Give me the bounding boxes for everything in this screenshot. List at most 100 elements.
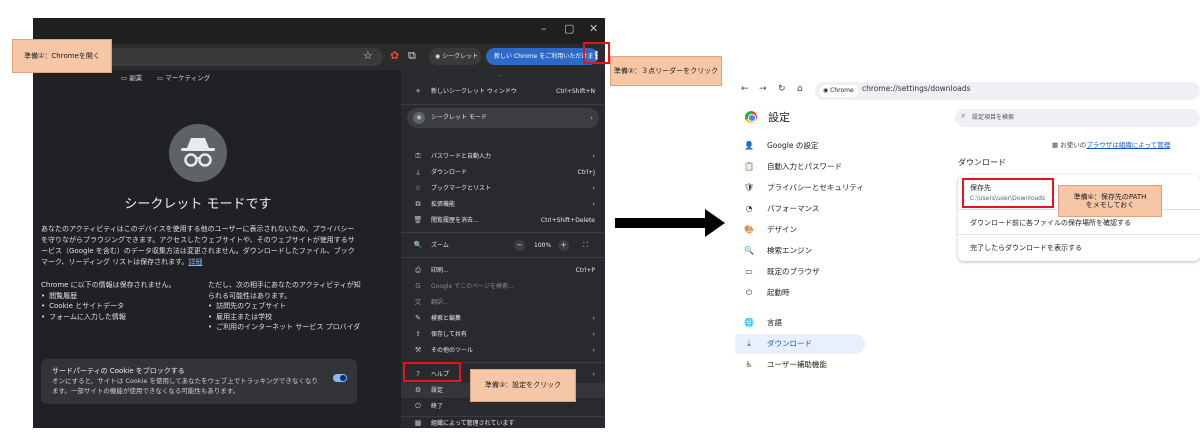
list-item: フォームに入力した情報: [41, 312, 199, 323]
chevron-right-icon: ›: [592, 184, 595, 192]
maximize-button[interactable]: ▢: [564, 22, 574, 35]
incognito-heading: シークレット モードです: [124, 197, 272, 212]
tools-icon: ⚒: [414, 346, 422, 354]
ask-where-to-save-setting[interactable]: ダウンロード前に各ファイルの保存場所を確認する: [970, 218, 1131, 228]
power-icon: ⏻: [745, 288, 753, 297]
plus-icon: +: [415, 87, 421, 95]
close-window-button[interactable]: ✕: [589, 22, 598, 35]
url-text: chrome://settings/downloads: [862, 84, 971, 93]
trash-icon: 🗑: [413, 216, 423, 224]
browser-window-icon: ▭: [745, 267, 753, 276]
menu-divider: [401, 257, 605, 258]
palette-icon: 🎨: [744, 225, 754, 234]
sidebar-item-on-startup[interactable]: ⏻ 起動時: [735, 283, 865, 303]
address-bar[interactable]: [93, 48, 383, 66]
sidebar-item-autofill[interactable]: 📋 自動入力とパスワード: [735, 157, 865, 177]
update-chrome-chip[interactable]: 新しい Chrome をご利用いただけます: [486, 48, 598, 65]
accessibility-icon: ♿: [745, 360, 753, 369]
incognito-chip[interactable]: ◉ シークレット: [429, 48, 481, 65]
title-bar: [33, 18, 605, 44]
chrome-site-chip[interactable]: ◉ Chrome: [819, 85, 858, 97]
incognito-browser-window: – ▢ ✕ ☆ ✿ ⧉ ◉ シークレット 新しい Chrome をご利用いただけ…: [33, 18, 605, 428]
folder-icon: ▭: [157, 74, 166, 82]
show-downloads-when-done-setting[interactable]: 完了したらダウンロードを表示する: [970, 243, 1082, 253]
highlight-three-dot: [583, 42, 610, 64]
building-icon: ▦: [414, 419, 422, 427]
minimize-button[interactable]: –: [541, 22, 547, 35]
menu-item-incognito-profile[interactable]: ◉ シークレット モード ›: [407, 108, 599, 128]
chevron-right-icon: ›: [592, 200, 595, 208]
reload-icon[interactable]: ↻: [778, 84, 786, 94]
home-icon[interactable]: ⌂: [797, 84, 803, 94]
managed-link[interactable]: ブラウザは組織によって管理: [1086, 141, 1170, 149]
zoom-level: 100%: [534, 242, 552, 249]
highlight-settings: [403, 362, 461, 382]
bookmark-star-icon[interactable]: ☆: [363, 49, 373, 62]
list-item: 閲覧履歴: [41, 291, 199, 302]
puzzle-icon: ⧉: [415, 200, 421, 208]
menu-item-find-and-edit[interactable]: ✎ 検索と編集 ›: [401, 311, 605, 326]
menu-item-translate[interactable]: 文 翻訳...: [401, 295, 605, 310]
menu-item-zoom: 🔍 ズーム: [401, 238, 605, 253]
bookmark-folder-side-business[interactable]: ▭ 副業: [121, 72, 142, 82]
folder-icon: ▭: [121, 74, 130, 82]
visible-to-others-section: ただし、次の相手にあなたのアクティビティが知られる可能性はあります。 訪問先のウ…: [208, 280, 363, 333]
incognito-intro: あなたのアクティビティはこのデバイスを使用する他のユーザーに表示されないため、プ…: [41, 225, 355, 266]
zoom-out-button[interactable]: −: [514, 240, 525, 251]
incognito-logo-icon: [169, 124, 227, 182]
bookmark-folder-marketing[interactable]: ▭ マーケティング: [157, 72, 210, 82]
menu-item-print[interactable]: ⎙ 印刷... Ctrl+P: [401, 263, 605, 278]
sidebar-item-accessibility[interactable]: ♿ ユーザー補助機能: [735, 355, 865, 375]
list-item: Cookie とサイトデータ: [41, 301, 199, 312]
extensions-puzzle-icon[interactable]: ⧉: [408, 49, 416, 63]
share-icon: ⇪: [415, 330, 421, 338]
not-saved-section: Chrome に以下の情報は保存されません。 閲覧履歴 Cookie とサイトデ…: [41, 280, 199, 322]
highlight-save-location: [962, 178, 1054, 208]
menu-item-passwords[interactable]: ⚿ パスワードと自動入力 ›: [401, 149, 605, 164]
menu-item-search-with-google[interactable]: G Google でこのページを検索...: [401, 279, 605, 294]
clipboard-icon: 📋: [744, 162, 754, 171]
list-item: 雇用主または学校: [208, 312, 363, 323]
sidebar-item-privacy[interactable]: 🛡 プライバシーとセキュリティ: [735, 178, 865, 198]
menu-item-bookmarks[interactable]: ☆ ブックマークとリスト ›: [401, 181, 605, 196]
search-icon: ⌕: [961, 111, 966, 120]
sidebar-item-downloads[interactable]: ⤓ ダウンロード: [735, 334, 865, 354]
page-title: 設定: [768, 111, 790, 124]
star-icon: ☆: [414, 184, 422, 192]
menu-item-clear-browsing-data[interactable]: 🗑 閲覧履歴を消去... Ctrl+Shift+Delete: [401, 213, 605, 228]
extension-icon[interactable]: ✿: [390, 49, 399, 62]
menu-item-more-tools[interactable]: ⚒ その他のツール ›: [401, 343, 605, 358]
zoom-in-button[interactable]: +: [558, 240, 569, 251]
globe-icon: 🌐: [744, 318, 754, 327]
search-icon: 🔍: [744, 246, 754, 255]
sidebar-item-appearance[interactable]: 🎨 デザイン: [735, 220, 865, 240]
search-placeholder: 設定項目を検索: [972, 114, 1015, 121]
fullscreen-icon[interactable]: ⛶: [583, 240, 588, 251]
person-icon: 👤: [744, 141, 754, 150]
key-icon: ⚿: [415, 152, 421, 160]
menu-item-downloads[interactable]: ⤓ ダウンロード Ctrl+J: [401, 165, 605, 180]
back-icon[interactable]: ←: [741, 84, 749, 94]
sidebar-item-search-engine[interactable]: 🔍 検索エンジン: [735, 241, 865, 261]
sidebar-item-languages[interactable]: 🌐 言語: [735, 313, 865, 333]
menu-item-new-incognito-window[interactable]: + 新しいシークレット ウィンドウ Ctrl+Shift+N: [401, 84, 605, 99]
learn-more-link[interactable]: 詳細: [188, 258, 202, 266]
menu-item-managed-by-org[interactable]: ▦ 組織によって管理されています: [401, 419, 605, 428]
menu-item-save-and-share[interactable]: ⇪ 保存して共有 ›: [401, 327, 605, 342]
menu-top-dot: ·: [499, 72, 502, 80]
forward-icon[interactable]: →: [759, 84, 767, 94]
block-cookies-toggle[interactable]: [333, 374, 347, 382]
sidebar-item-performance[interactable]: ◔ パフォーマンス: [735, 199, 865, 219]
chevron-right-icon: ›: [592, 370, 595, 378]
google-icon: G: [415, 282, 421, 290]
list-item: 訪問先のウェブサイト: [208, 301, 363, 312]
sidebar-item-default-browser[interactable]: ▭ 既定のブラウザ: [735, 262, 865, 282]
downloads-heading: ダウンロード: [958, 158, 1006, 167]
download-icon: ⤓: [747, 339, 751, 348]
menu-divider: [401, 104, 605, 105]
menu-item-extensions[interactable]: ⧉ 拡張機能 ›: [401, 197, 605, 212]
print-icon: ⎙: [415, 266, 421, 274]
shield-icon: 🛡: [744, 183, 755, 192]
callout-prep2: 準備②：３点リーダーをクリック: [610, 56, 722, 86]
sidebar-item-google-settings[interactable]: 👤 Google の設定: [735, 136, 865, 156]
